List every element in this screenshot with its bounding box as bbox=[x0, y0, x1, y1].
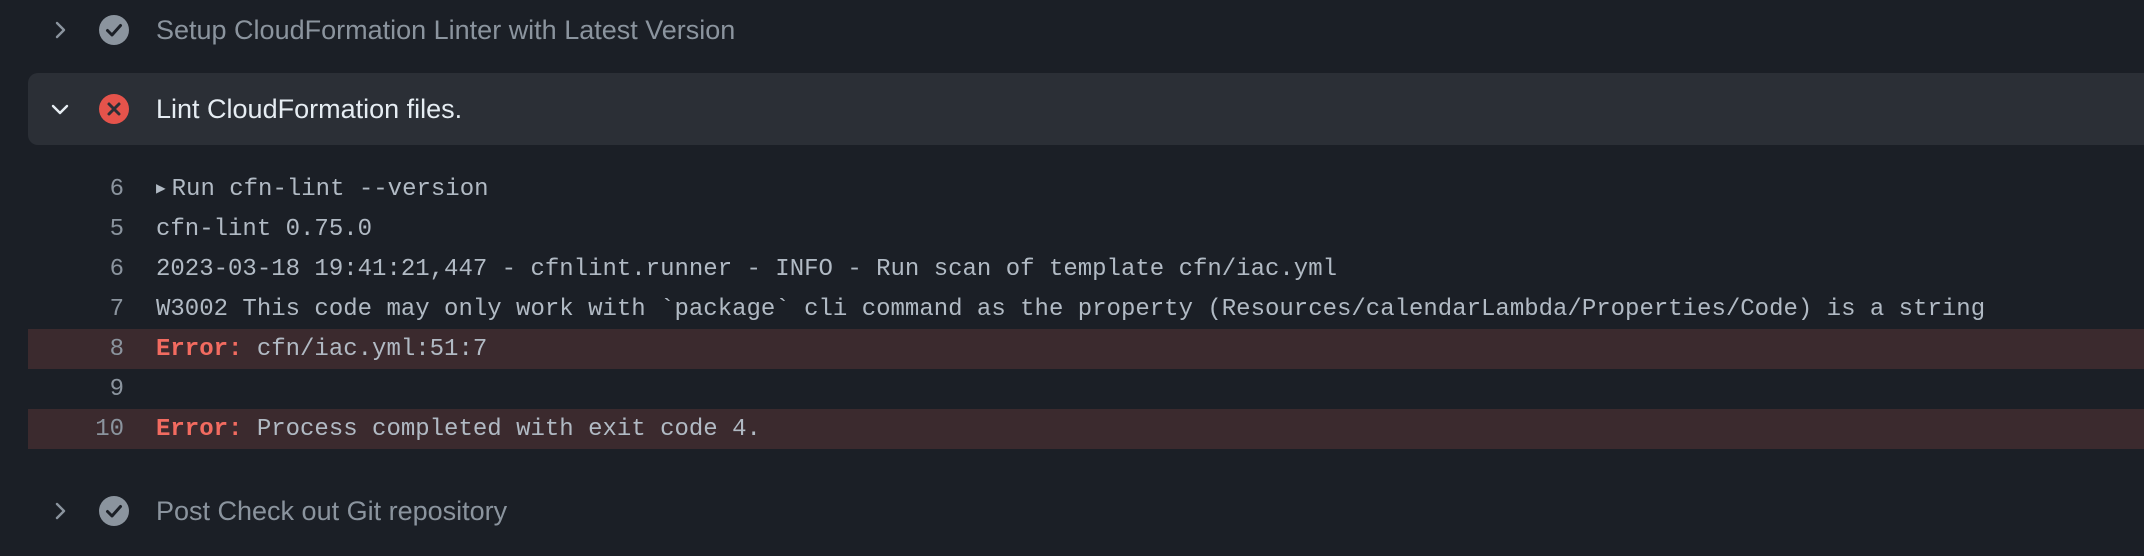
error-message: cfn/iac.yml:51:7 bbox=[242, 335, 488, 363]
caret-right-icon: ▶ bbox=[156, 179, 166, 198]
log-line[interactable]: 6 ▶ Run cfn-lint --version bbox=[28, 169, 2144, 209]
line-number[interactable]: 5 bbox=[28, 216, 124, 243]
check-circle-icon bbox=[98, 495, 130, 527]
error-label: Error: bbox=[156, 415, 243, 443]
log-text: Run cfn-lint --version bbox=[171, 175, 489, 203]
log-text: 2023-03-18 19:41:21,447 - cfnlint.runner… bbox=[156, 255, 1337, 283]
step-title: Post Check out Git repository bbox=[156, 495, 508, 526]
line-number[interactable]: 9 bbox=[28, 376, 124, 403]
line-number[interactable]: 6 bbox=[28, 256, 124, 283]
log-text: cfn-lint 0.75.0 bbox=[156, 215, 373, 243]
step-title: Lint CloudFormation files. bbox=[156, 93, 463, 124]
log-line: 6 2023-03-18 19:41:21,447 - cfnlint.runn… bbox=[28, 249, 2144, 289]
error-message: Process completed with exit code 4. bbox=[242, 415, 761, 443]
chevron-right-icon[interactable] bbox=[48, 18, 72, 42]
log-text: Error: Process completed with exit code … bbox=[156, 416, 761, 443]
step-setup-cloudformation-linter[interactable]: Setup CloudFormation Linter with Latest … bbox=[28, 0, 2144, 60]
x-circle-icon bbox=[98, 93, 130, 125]
check-circle-icon bbox=[98, 14, 130, 46]
log-line: 7 W3002 This code may only work with `pa… bbox=[28, 289, 2144, 329]
chevron-right-icon[interactable] bbox=[48, 499, 72, 523]
log-line: 9 bbox=[28, 369, 2144, 409]
log-line: 5 cfn-lint 0.75.0 bbox=[28, 209, 2144, 249]
step-lint-cloudformation-files[interactable]: Lint CloudFormation files. bbox=[28, 73, 2144, 145]
line-number[interactable]: 7 bbox=[28, 296, 124, 323]
error-label: Error: bbox=[156, 335, 243, 363]
step-title: Setup CloudFormation Linter with Latest … bbox=[156, 14, 736, 45]
log-text: Error: cfn/iac.yml:51:7 bbox=[156, 336, 487, 363]
line-number[interactable]: 10 bbox=[28, 416, 124, 443]
chevron-down-icon[interactable] bbox=[48, 97, 72, 121]
line-number[interactable]: 6 bbox=[28, 176, 124, 203]
log-group-toggle[interactable]: ▶ Run cfn-lint --version bbox=[156, 176, 489, 203]
log-line-error: 10 Error: Process completed with exit co… bbox=[28, 409, 2144, 449]
log-output: 6 ▶ Run cfn-lint --version 5 cfn-lint 0.7… bbox=[28, 169, 2144, 449]
log-line-error: 8 Error: cfn/iac.yml:51:7 bbox=[28, 329, 2144, 369]
step-post-checkout-git-repository[interactable]: Post Check out Git repository bbox=[28, 481, 2144, 541]
log-text: W3002 This code may only work with `pack… bbox=[156, 295, 1986, 323]
line-number[interactable]: 8 bbox=[28, 336, 124, 363]
